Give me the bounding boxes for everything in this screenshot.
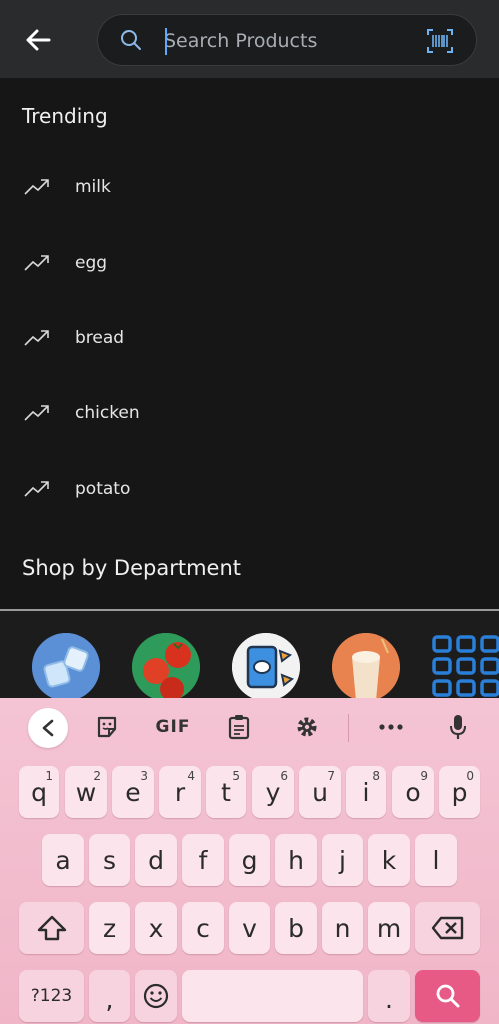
key-y[interactable]: y6 — [252, 766, 294, 818]
trending-item-bread[interactable]: bread — [0, 308, 499, 368]
trending-up-icon — [24, 179, 49, 195]
top-app-bar — [0, 0, 499, 78]
arrow-left-icon — [26, 29, 51, 51]
trending-item-label: potato — [75, 479, 131, 499]
more-horizontal-icon — [379, 724, 403, 730]
key-g[interactable]: g — [229, 834, 270, 886]
ice-cubes-icon — [32, 633, 100, 701]
smiley-icon — [143, 983, 169, 1009]
trending-item-label: bread — [75, 328, 125, 348]
trending-item-label: milk — [75, 177, 111, 197]
space-key[interactable] — [182, 970, 363, 1022]
department-produce[interactable] — [132, 633, 200, 701]
comma-key[interactable]: , — [89, 970, 130, 1022]
trending-item-potato[interactable]: potato — [0, 459, 499, 519]
gear-icon — [297, 717, 317, 737]
search-icon — [436, 984, 459, 1008]
all-departments-grid[interactable] — [432, 633, 499, 701]
key-k[interactable]: k — [368, 834, 410, 886]
search-input[interactable] — [164, 25, 404, 57]
shift-key[interactable] — [19, 902, 84, 954]
trending-item-label: chicken — [75, 403, 140, 423]
key-f[interactable]: f — [182, 834, 224, 886]
more-options-button[interactable] — [376, 710, 406, 744]
shift-arrow-icon — [37, 915, 66, 941]
trending-up-icon — [24, 330, 49, 346]
keyboard-collapse-button[interactable] — [28, 708, 68, 748]
key-o[interactable]: o9 — [392, 766, 434, 818]
key-z[interactable]: z — [89, 902, 130, 954]
microphone-icon — [450, 715, 466, 739]
sticker-icon — [97, 716, 117, 738]
back-button[interactable] — [20, 22, 56, 58]
trending-item-chicken[interactable]: chicken — [0, 383, 499, 443]
key-j[interactable]: j — [322, 834, 363, 886]
key-w[interactable]: w2 — [65, 766, 107, 818]
settings-button[interactable] — [292, 710, 322, 744]
key-h[interactable]: h — [275, 834, 317, 886]
trending-up-icon — [24, 481, 49, 497]
key-b[interactable]: b — [275, 902, 317, 954]
key-l[interactable]: l — [415, 834, 457, 886]
trending-item-label: egg — [75, 253, 108, 273]
department-frozen[interactable] — [32, 633, 100, 701]
key-p[interactable]: p0 — [439, 766, 480, 818]
trending-up-icon — [24, 255, 49, 271]
emoji-key[interactable] — [135, 970, 177, 1022]
gif-button[interactable]: GIF — [152, 710, 194, 744]
chevron-left-icon — [42, 719, 54, 737]
key-i[interactable]: i8 — [346, 766, 386, 818]
key-q[interactable]: q1 — [19, 766, 59, 818]
trending-item-egg[interactable]: egg — [0, 233, 499, 293]
trending-up-icon — [24, 405, 49, 421]
department-beverages[interactable] — [332, 633, 400, 701]
backspace-icon — [431, 916, 463, 940]
smoothie-glass-icon — [332, 633, 400, 701]
key-d[interactable]: d — [135, 834, 177, 886]
grid-icon — [432, 635, 499, 697]
tomatoes-icon — [132, 633, 200, 701]
on-screen-keyboard: GIF q1 w2 e3 r4 t5 y6 u7 i8 o9 p0 a s d … — [0, 698, 499, 1024]
clipboard-button[interactable] — [224, 710, 254, 744]
period-key[interactable]: . — [368, 970, 410, 1022]
sticker-button[interactable] — [92, 710, 122, 744]
search-bar[interactable] — [97, 14, 477, 66]
keyboard-toolbar: GIF — [0, 698, 499, 756]
chips-bag-icon — [232, 633, 300, 701]
voice-input-button[interactable] — [445, 710, 471, 744]
text-cursor — [165, 28, 167, 55]
backspace-key[interactable] — [415, 902, 480, 954]
key-t[interactable]: t5 — [206, 766, 246, 818]
key-x[interactable]: x — [135, 902, 177, 954]
key-u[interactable]: u7 — [299, 766, 341, 818]
department-carousel[interactable] — [0, 611, 499, 701]
key-m[interactable]: m — [368, 902, 410, 954]
key-a[interactable]: a — [42, 834, 84, 886]
symbols-key[interactable]: ?123 — [19, 970, 84, 1022]
key-s[interactable]: s — [89, 834, 130, 886]
search-icon — [121, 30, 141, 50]
trending-item-milk[interactable]: milk — [0, 157, 499, 217]
trending-title: Trending — [22, 104, 108, 128]
key-e[interactable]: e3 — [112, 766, 154, 818]
department-snacks[interactable] — [232, 633, 300, 701]
gif-label: GIF — [155, 717, 191, 737]
key-n[interactable]: n — [322, 902, 363, 954]
key-r[interactable]: r4 — [159, 766, 201, 818]
key-c[interactable]: c — [182, 902, 224, 954]
barcode-scan-icon[interactable] — [426, 28, 454, 54]
search-key[interactable] — [415, 970, 480, 1022]
key-v[interactable]: v — [229, 902, 270, 954]
shop-by-department-title: Shop by Department — [22, 556, 242, 580]
toolbar-separator — [348, 714, 349, 742]
clipboard-icon — [228, 715, 250, 740]
